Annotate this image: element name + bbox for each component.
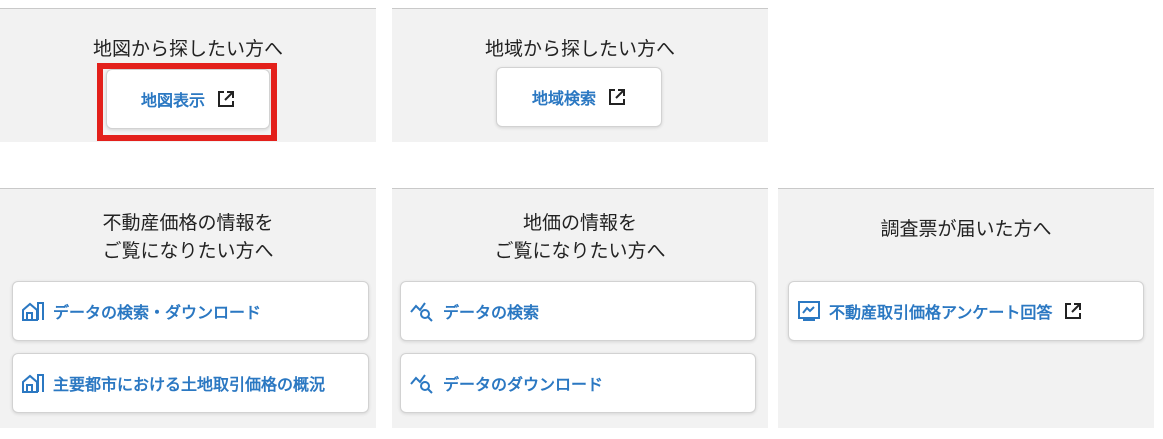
realestate-search-download-button[interactable]: データの検索・ダウンロード — [12, 281, 369, 341]
chart-search-icon — [409, 300, 435, 322]
external-link-icon — [1064, 302, 1082, 320]
form-icon — [797, 300, 821, 322]
realestate-panel: 不動産価格の情報を ご覧になりたい方へ データの検索・ダウンロード 主要都市にお… — [0, 188, 376, 428]
region-search-title: 地域から探したい方へ — [484, 38, 675, 60]
landprice-download-button[interactable]: データのダウンロード — [400, 353, 756, 413]
survey-answer-button[interactable]: 不動産取引価格アンケート回答 — [788, 281, 1144, 341]
landprice-panel: 地価の情報を ご覧になりたい方へ データの検索 データのダウンロード — [392, 188, 768, 428]
survey-title: 調査票が届いた方へ — [880, 218, 1052, 240]
major-cities-overview-label: 主要都市における土地取引価格の概況 — [53, 375, 326, 394]
external-link-icon — [608, 88, 626, 106]
map-search-title: 地図から探したい方へ — [92, 38, 283, 60]
region-search-button[interactable]: 地域検索 — [496, 67, 662, 127]
survey-panel: 調査票が届いた方へ 不動産取引価格アンケート回答 — [778, 188, 1154, 428]
landprice-download-label: データのダウンロード — [443, 375, 604, 394]
highlight-box — [97, 63, 277, 141]
map-search-panel: 地図から探したい方へ 地図表示 — [0, 8, 376, 142]
major-cities-overview-button[interactable]: 主要都市における土地取引価格の概況 — [12, 353, 369, 413]
landprice-title: 地価の情報を ご覧になりたい方へ — [494, 212, 666, 262]
region-search-label: 地域検索 — [531, 89, 596, 108]
landprice-search-button[interactable]: データの検索 — [400, 281, 756, 341]
realestate-search-download-label: データの検索・ダウンロード — [53, 303, 262, 322]
building-icon — [21, 300, 45, 322]
landprice-search-label: データの検索 — [443, 303, 540, 322]
region-search-panel: 地域から探したい方へ 地域検索 — [392, 8, 768, 142]
chart-search-icon — [409, 372, 435, 394]
realestate-title: 不動産価格の情報を ご覧になりたい方へ — [102, 212, 274, 262]
building-icon — [21, 372, 45, 394]
survey-answer-label: 不動産取引価格アンケート回答 — [829, 303, 1053, 322]
